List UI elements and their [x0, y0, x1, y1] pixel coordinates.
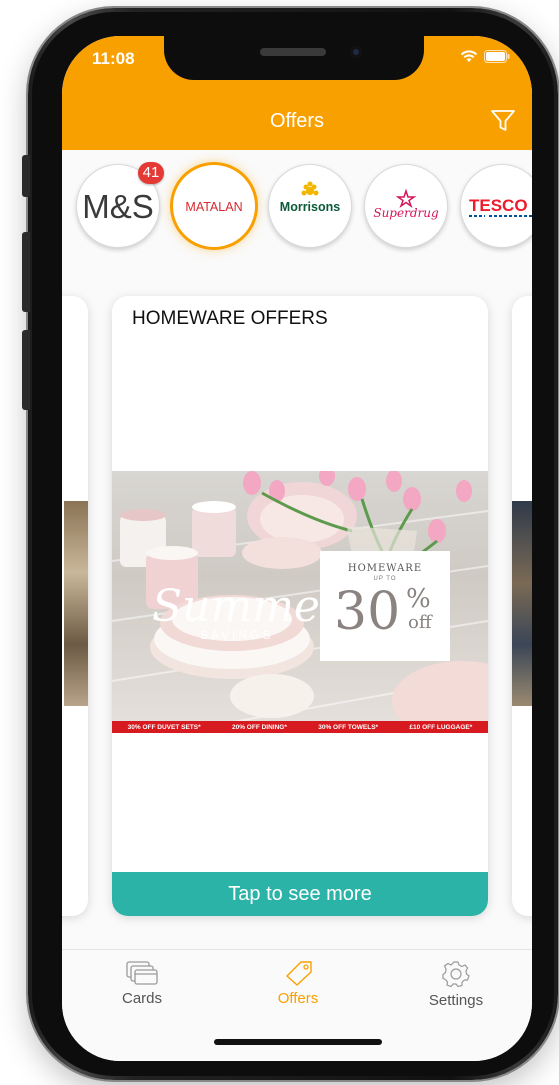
banner-script-text: Summer: [152, 581, 344, 632]
promo-off: off: [408, 612, 432, 633]
store-logo-text: Superdrug: [373, 206, 439, 220]
offer-card-next[interactable]: [512, 296, 532, 916]
notch: [164, 36, 424, 80]
speaker-grille: [260, 48, 326, 56]
offer-image: [64, 501, 88, 706]
store-logo-text: MATALAN: [185, 200, 242, 214]
store-carousel: M&S MATALAN Morrisons Superdrug TESCO: [62, 158, 532, 254]
promo-value: 30: [334, 582, 401, 642]
tab-cards[interactable]: Cards: [82, 960, 202, 1007]
promo-box: HOMEWARE UP TO 30 % off: [320, 551, 450, 661]
tag-icon: [286, 961, 312, 986]
store-logo-text: Morrisons: [280, 200, 340, 214]
wifi-icon: [460, 50, 478, 62]
offer-title: HOMEWARE OFFERS: [132, 308, 328, 329]
notification-badge: 41: [138, 162, 164, 184]
star-icon: [395, 188, 417, 208]
promo-strip: 30% OFF DUVET SETS* 20% OFF DINING* 30% …: [112, 721, 488, 733]
store-logo-superdrug[interactable]: Superdrug: [364, 164, 448, 248]
cards-icon: [126, 961, 158, 985]
top-bar: 11:08 Offers: [62, 36, 532, 150]
tab-label: Settings: [428, 992, 484, 1009]
mute-switch: [22, 155, 30, 197]
strip-item: 20% OFF DINING*: [231, 723, 287, 731]
tab-settings[interactable]: Settings: [396, 960, 516, 1009]
gear-icon: [442, 961, 470, 988]
sunflower-icon: [301, 181, 319, 196]
store-logo-text: TESCO: [469, 196, 528, 215]
promo-percent: %: [406, 584, 431, 614]
filter-icon[interactable]: [490, 108, 516, 134]
store-logo-tesco[interactable]: TESCO: [460, 164, 532, 248]
battery-icon: [484, 50, 510, 63]
banner-subtitle: SAVINGS: [200, 628, 273, 642]
tab-offers[interactable]: Offers: [238, 960, 358, 1007]
store-logo-text: M&S: [82, 188, 154, 225]
strip-item: 30% OFF TOWELS*: [318, 723, 379, 731]
strip-item: 30% OFF DUVET SETS*: [127, 723, 201, 731]
status-icons: [460, 50, 510, 63]
promo-label: HOMEWARE: [347, 563, 423, 574]
offer-banner: Summer SAVINGS HOMEWARE UP TO 30 % off 3…: [112, 471, 488, 733]
tab-label: Cards: [121, 990, 162, 1007]
offer-image: [512, 501, 532, 706]
volume-down-button: [22, 330, 30, 410]
offer-card[interactable]: HOMEWARE OFFERS Summer SAVINGS HOMEWARE …: [112, 296, 488, 916]
page-title: Offers: [269, 110, 325, 132]
front-camera: [350, 46, 362, 58]
status-time: 11:08: [92, 49, 135, 68]
tap-to-see-more-button[interactable]: Tap to see more: [112, 872, 488, 916]
offer-card-previous[interactable]: [62, 296, 88, 916]
store-logo-morrisons[interactable]: Morrisons: [268, 164, 352, 248]
app-screen: 11:08 Offers M&S MATALAN Morrisons Super…: [62, 36, 532, 1061]
volume-up-button: [22, 232, 30, 312]
tab-label: Offers: [277, 990, 319, 1007]
home-indicator[interactable]: [214, 1039, 382, 1045]
store-logo-matalan[interactable]: MATALAN: [172, 164, 256, 248]
strip-item: £10 OFF LUGGAGE*: [409, 723, 473, 731]
